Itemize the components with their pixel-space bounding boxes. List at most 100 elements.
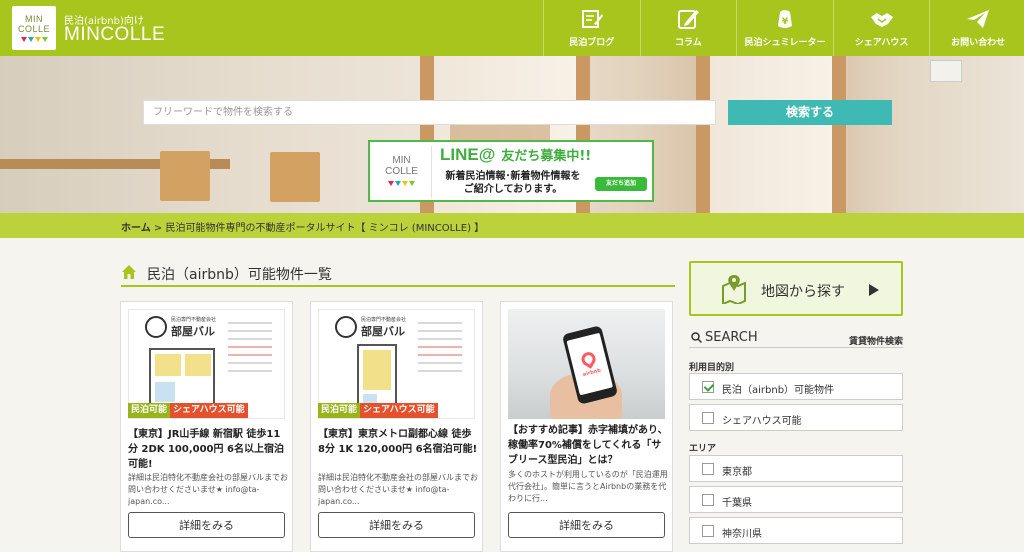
nav-item-column[interactable]: コラム bbox=[639, 0, 737, 56]
banner-logo: MIN COLLE bbox=[372, 146, 432, 198]
checkbox[interactable] bbox=[702, 463, 714, 475]
company-logo-icon bbox=[145, 316, 167, 338]
card-title[interactable]: 【おすすめ記事】赤字補填があり、稼働率70%補償をしてくれる「サブリース型民泊」… bbox=[508, 423, 668, 468]
nav-label-sharehouse: シェアハウス bbox=[854, 38, 909, 48]
card-tags: 民泊可能 シェアハウス可能 bbox=[128, 403, 248, 418]
filter-option-label: 千葉県 bbox=[722, 498, 752, 509]
hero-photo-chair bbox=[160, 151, 210, 201]
play-arrow-icon bbox=[869, 284, 879, 296]
paper-plane-icon bbox=[967, 10, 990, 28]
map-pin-icon bbox=[722, 275, 746, 304]
checkbox[interactable] bbox=[702, 412, 714, 424]
search-button[interactable]: 検索する bbox=[728, 100, 892, 125]
hero-photo-wall-panel bbox=[930, 60, 962, 82]
site-logo[interactable]: MIN COLLE bbox=[12, 6, 56, 50]
map-search-label: 地図から探す bbox=[761, 284, 845, 300]
card-description: 詳細は民泊特化不動産会社の部屋バルまでお問い合わせくださいませ★ info@ta… bbox=[128, 473, 288, 506]
line-add-friend-button[interactable]: 友だち追加 bbox=[595, 177, 647, 191]
nav-label-simulator: 民泊シュミレーター bbox=[744, 38, 826, 48]
blog-edit-icon bbox=[581, 10, 603, 28]
nav-label-contact: お問い合わせ bbox=[951, 38, 1006, 48]
banner-line-at: LINE@ bbox=[440, 145, 496, 164]
search-input[interactable]: フリーワードで物件を検索する bbox=[143, 100, 716, 125]
svg-text:¥: ¥ bbox=[782, 17, 789, 27]
tag-minpaku-ok: 民泊可能 bbox=[128, 403, 171, 418]
hero-photo-door-right bbox=[696, 56, 846, 213]
handshake-icon bbox=[870, 13, 893, 27]
flyer-text-lines bbox=[228, 322, 272, 378]
section-heading: 民泊（airbnb）可能物件一覧 bbox=[121, 262, 675, 287]
tag-minpaku-ok: 民泊可能 bbox=[318, 403, 361, 418]
breadcrumb-bar: ホーム > 民泊可能物件専門の不動産ポータルサイト【 ミンコレ (MINCOLL… bbox=[0, 213, 1024, 238]
tag-sharehouse-ok: シェアハウス可能 bbox=[170, 403, 248, 418]
card-description: 多くのホストが利用しているのが「民泊運用代行会社」。簡単に言うとAirbnbの業… bbox=[508, 470, 668, 503]
filter-option-kanagawa[interactable]: 神奈川県 bbox=[689, 517, 903, 544]
article-card[interactable]: airbnb 【おすすめ記事】赤字補填があり、稼働率70%補償をしてくれる「サブ… bbox=[500, 301, 673, 552]
airbnb-logo-icon bbox=[578, 349, 599, 369]
filter-option-chiba[interactable]: 千葉県 bbox=[689, 486, 903, 513]
nav-item-contact[interactable]: お問い合わせ bbox=[929, 0, 1024, 56]
property-card[interactable]: 民泊専門不動産会社 部屋バル 民泊可能 シェアハウス可能 【東京】東京メトロ副都… bbox=[310, 301, 483, 552]
logo-text-colle: COLLE bbox=[17, 24, 50, 34]
rental-search-link[interactable]: 賃貸物件検索 bbox=[849, 334, 903, 347]
flyer-company: 民泊専門不動産会社 bbox=[361, 317, 407, 323]
filter-option-label: 東京都 bbox=[722, 467, 752, 478]
section-title: 民泊（airbnb）可能物件一覧 bbox=[147, 267, 332, 283]
pencil-note-icon bbox=[678, 10, 700, 29]
sidebar-search-title: SEARCH bbox=[705, 330, 758, 345]
line-friend-banner[interactable]: MIN COLLE LINE@ 友だち募集中!! 新着民泊情報･新着物件情報を ご… bbox=[368, 140, 654, 202]
nav-label-column: コラム bbox=[675, 38, 702, 48]
flyer-text-lines bbox=[418, 322, 462, 378]
property-card[interactable]: 民泊専門不動産会社 部屋バル 民泊可能 シェアハウス可能 【東京】JR山手線 新… bbox=[120, 301, 293, 552]
card-title[interactable]: 【東京】東京メトロ副都心線 徒歩8分 1K 120,000円 6名宿泊可能! bbox=[318, 427, 478, 457]
area-heading: エリア bbox=[689, 444, 717, 454]
checkbox[interactable] bbox=[702, 525, 714, 537]
filter-option-label: 神奈川県 bbox=[722, 529, 762, 540]
map-search-button[interactable]: 地図から探す bbox=[689, 261, 903, 316]
site-header: MIN COLLE 民泊(airbnb)向け MINCOLLE 民泊ブログ コラ… bbox=[0, 0, 1024, 56]
nav-label-blog: 民泊ブログ bbox=[569, 38, 615, 48]
flyer-brand: 部屋バル bbox=[171, 325, 215, 338]
search-icon bbox=[691, 332, 702, 343]
floor-plan-icon bbox=[357, 344, 397, 410]
filter-option-minpaku[interactable]: 民泊（airbnb）可能物件 bbox=[689, 373, 903, 400]
banner-description: 新着民泊情報･新着物件情報を ご紹介しております。 bbox=[434, 170, 592, 196]
nav-item-blog[interactable]: 民泊ブログ bbox=[543, 0, 640, 56]
main-nav: 民泊ブログ コラム ¥ 民泊シュミレーター シェアハウス お問い合わせ bbox=[543, 0, 1024, 56]
banner-friend-recruit: 友だち募集中!! bbox=[501, 149, 592, 164]
flyer-company: 民泊専門不動産会社 bbox=[171, 317, 217, 323]
logo-text-min: MIN bbox=[25, 14, 43, 24]
detail-button[interactable]: 詳細をみる bbox=[508, 512, 665, 538]
filter-option-label: 民泊（airbnb）可能物件 bbox=[722, 385, 835, 396]
card-title[interactable]: 【東京】JR山手線 新宿駅 徒歩11分 2DK 100,000円 6名以上宿泊可… bbox=[128, 427, 288, 472]
bunting-flags-icon bbox=[12, 37, 56, 42]
detail-button[interactable]: 詳細をみる bbox=[318, 512, 475, 538]
nav-item-sharehouse[interactable]: シェアハウス bbox=[832, 0, 930, 56]
phone-screen-label: airbnb bbox=[582, 367, 602, 378]
purpose-heading: 利用目的別 bbox=[689, 363, 735, 373]
hero-photo-chair bbox=[270, 152, 320, 202]
breadcrumb-current: > 民泊可能物件専門の不動産ポータルサイト【 ミンコレ (MINCOLLE) 】 bbox=[150, 223, 485, 234]
article-photo[interactable]: airbnb bbox=[508, 309, 665, 419]
tag-sharehouse-ok: シェアハウス可能 bbox=[360, 403, 438, 418]
filter-option-label: シェアハウス可能 bbox=[722, 416, 802, 427]
breadcrumb: ホーム > 民泊可能物件専門の不動産ポータルサイト【 ミンコレ (MINCOLL… bbox=[121, 219, 484, 234]
breadcrumb-home-link[interactable]: ホーム bbox=[121, 223, 151, 234]
banner-logo-colle: COLLE bbox=[385, 166, 418, 177]
checkbox-checked[interactable] bbox=[702, 381, 714, 393]
checkbox[interactable] bbox=[702, 494, 714, 506]
bunting-flags-icon bbox=[372, 181, 431, 186]
banner-headline: LINE@ 友だち募集中!! bbox=[440, 145, 650, 167]
filter-option-tokyo[interactable]: 東京都 bbox=[689, 455, 903, 482]
filter-option-sharehouse[interactable]: シェアハウス可能 bbox=[689, 404, 903, 431]
banner-text-line2: ご紹介しております。 bbox=[463, 184, 563, 195]
hero-banner: フリーワードで物件を検索する 検索する MIN COLLE LINE@ 友だち募集… bbox=[0, 56, 1024, 213]
nav-item-simulator[interactable]: ¥ 民泊シュミレーター bbox=[736, 0, 833, 56]
card-description: 詳細は民泊特化不動産会社の部屋バルまでお問い合わせくださいませ★ info@ta… bbox=[318, 473, 478, 506]
floor-plan-icon bbox=[149, 348, 215, 408]
site-name[interactable]: MINCOLLE bbox=[64, 24, 165, 46]
home-icon bbox=[122, 265, 136, 279]
detail-button[interactable]: 詳細をみる bbox=[128, 512, 285, 538]
banner-logo-min: MIN bbox=[392, 155, 411, 166]
card-tags: 民泊可能 シェアハウス可能 bbox=[318, 403, 438, 418]
